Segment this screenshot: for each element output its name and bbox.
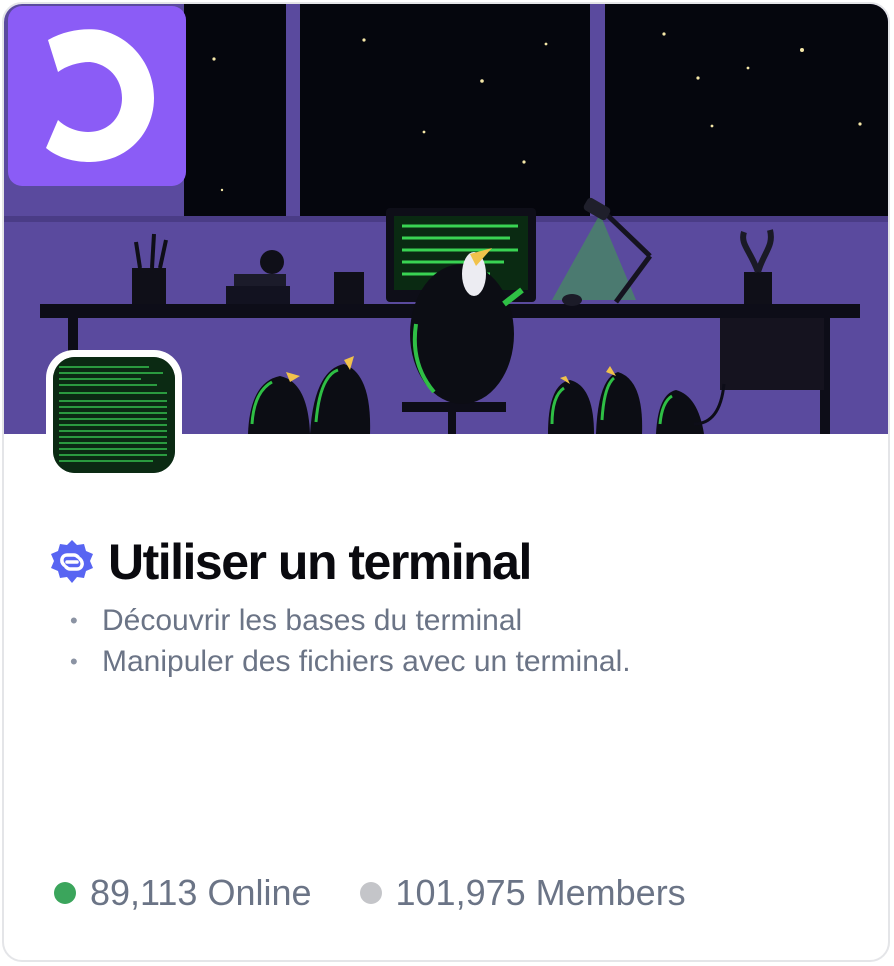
brand-logo-badge <box>8 6 186 186</box>
server-icon <box>46 350 182 480</box>
verified-partner-badge-icon <box>51 540 93 583</box>
member-count-text: 101,975 Members <box>395 872 686 913</box>
online-count: 89,113 Online <box>54 872 312 914</box>
server-description-list: Découvrir les bases du terminal Manipule… <box>70 600 631 682</box>
online-count-text: 89,113 Online <box>90 872 312 913</box>
members-dot-icon <box>359 882 382 904</box>
server-stats: 89,113 Online 101,975 Members <box>54 872 686 914</box>
description-item: Manipuler des fichiers avec un terminal. <box>70 641 631 682</box>
server-title-row: Utiliser un terminal <box>48 534 532 590</box>
openclassrooms-logo-icon <box>46 29 154 162</box>
online-status-dot-icon <box>54 882 76 904</box>
server-title: Utiliser un terminal <box>108 534 532 590</box>
server-card[interactable]: Utiliser un terminal Découvrir les bases… <box>2 2 890 962</box>
description-item: Découvrir les bases du terminal <box>70 600 631 641</box>
member-count: 101,975 Members <box>359 872 686 914</box>
